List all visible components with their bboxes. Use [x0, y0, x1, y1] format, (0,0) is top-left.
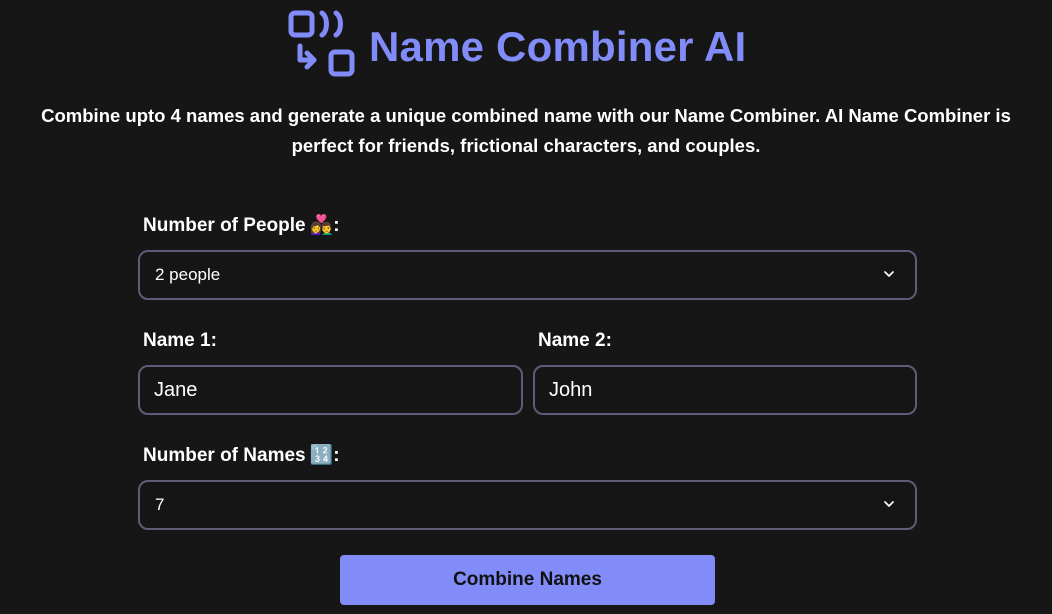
people-label: Number of People 👩‍❤️‍👨:: [143, 214, 340, 238]
people-select[interactable]: 2 people: [138, 250, 917, 300]
name-1-field-wrapper: [138, 365, 523, 415]
name-1-input[interactable]: [140, 367, 521, 413]
names-count-select[interactable]: 7: [138, 480, 917, 530]
name-2-label: Name 2:: [538, 330, 612, 351]
people-label-text: Number of People: [143, 215, 306, 236]
name-1-label: Name 1:: [143, 330, 217, 351]
combine-icon: [288, 10, 355, 77]
chevron-down-icon: [884, 501, 894, 507]
people-label-colon: :: [333, 215, 340, 236]
app-title: Name Combiner AI: [369, 23, 747, 70]
name-2-input[interactable]: [535, 367, 915, 413]
numbers-icon: 🔢: [309, 445, 334, 466]
names-count-label-text: Number of Names: [143, 445, 306, 466]
people-select-value: 2 people: [155, 265, 221, 284]
names-count-select-value: 7: [155, 495, 165, 514]
name-2-field-wrapper: [533, 365, 917, 415]
chevron-down-icon: [884, 271, 894, 277]
page-header: Name Combiner AI: [0, 0, 1052, 88]
app-description: Combine upto 4 names and generate a uniq…: [41, 105, 1011, 156]
names-count-label-colon: :: [333, 445, 340, 466]
combine-names-button[interactable]: Combine Names: [340, 555, 715, 605]
names-count-label: Number of Names 🔢:: [143, 444, 340, 468]
name-combiner-page: Name Combiner AI Combine upto 4 names an…: [0, 0, 1052, 614]
couple-heart-icon: 👩‍❤️‍👨: [309, 215, 334, 236]
